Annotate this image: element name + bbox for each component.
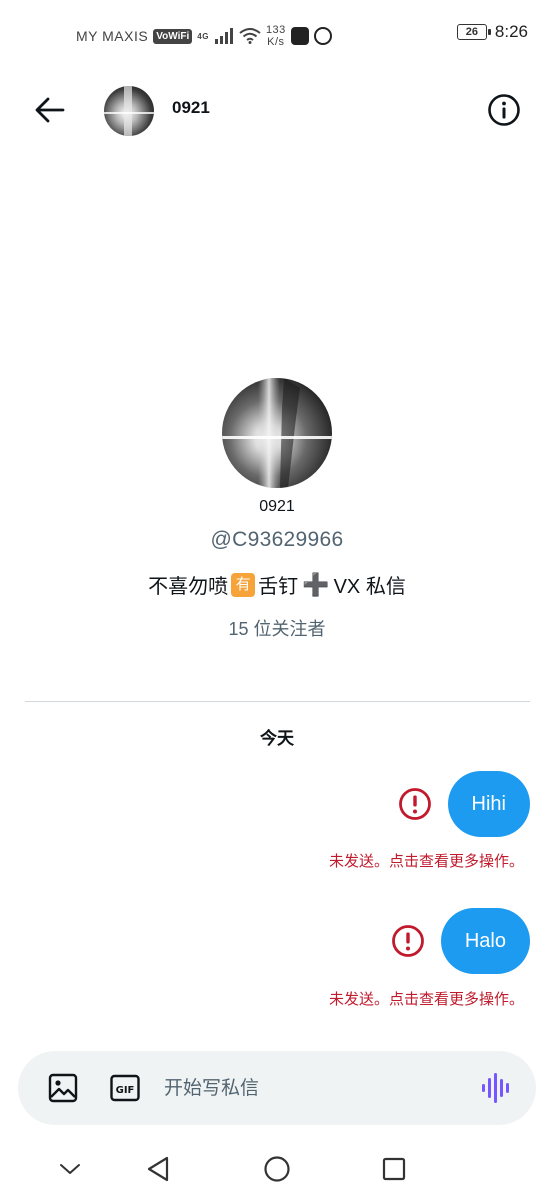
bio-text-2: 舌钉: [258, 576, 299, 598]
clock: 8:26: [494, 22, 528, 41]
signal-icon: [214, 28, 233, 44]
conversation-info-button[interactable]: [486, 92, 522, 128]
wifi-icon: [239, 28, 261, 44]
voice-waveform-icon: [482, 1073, 509, 1103]
message-status[interactable]: 未发送。点击查看更多操作。: [329, 850, 524, 871]
vowifi-badge: VoWiFi: [153, 28, 193, 44]
speed-value: 133: [265, 24, 286, 36]
battery-icon: 26: [456, 24, 491, 40]
alert-icon: [398, 788, 431, 820]
message-input[interactable]: [164, 1075, 454, 1103]
circle-home-icon: [264, 1156, 290, 1182]
message-status[interactable]: 未发送。点击查看更多操作。: [329, 988, 524, 1009]
add-gif-button[interactable]: GIF: [110, 1074, 140, 1102]
gif-icon: GIF: [110, 1074, 140, 1102]
profile-summary: 0921 @C93629966 不喜勿喷 有 舌钉 ➕ VX 私信 15 位关注…: [0, 378, 554, 641]
system-navigation-bar: [0, 1140, 554, 1200]
carrier-label: MY MAXIS: [76, 28, 149, 44]
avatar-image: [222, 378, 332, 488]
speed-unit: K/s: [267, 36, 285, 48]
voice-message-button[interactable]: [480, 1071, 512, 1105]
panda-app-icon: [313, 27, 332, 45]
follower-count[interactable]: 15 位关注者: [0, 615, 554, 641]
bio-text-3: VX 私信: [333, 576, 406, 598]
square-recents-icon: [382, 1157, 406, 1181]
conversation-header: 0921: [0, 68, 554, 152]
status-bar: MY MAXIS VoWiFi 4G 133 K/s 26 8:26: [0, 0, 554, 68]
profile-handle[interactable]: @C93629966: [0, 528, 554, 552]
avatar-image: [104, 86, 154, 136]
add-image-button[interactable]: [48, 1073, 78, 1103]
app-notification-icon: [290, 27, 309, 45]
gif-label: GIF: [116, 1085, 135, 1096]
divider: [25, 701, 530, 702]
profile-bio: 不喜勿喷 有 舌钉 ➕ VX 私信: [0, 570, 554, 599]
image-icon: [48, 1073, 78, 1103]
header-avatar[interactable]: [104, 86, 154, 136]
send-error-button[interactable]: [398, 787, 432, 821]
header-title[interactable]: 0921: [172, 98, 210, 118]
message-composer: GIF: [18, 1051, 536, 1125]
message-row: Halo: [391, 908, 530, 974]
message-bubble[interactable]: Hihi: [447, 771, 530, 837]
message-bubble[interactable]: Halo: [440, 908, 530, 974]
alert-icon: [391, 925, 424, 957]
message-row: Hihi: [398, 771, 530, 837]
info-icon: [488, 94, 520, 126]
back-button[interactable]: [30, 92, 70, 128]
nav-home-button[interactable]: [257, 1152, 297, 1186]
profile-name: 0921: [259, 498, 295, 515]
battery-level: 26: [465, 26, 479, 38]
arrow-left-icon: [35, 97, 65, 123]
profile-avatar[interactable]: [222, 378, 332, 488]
status-bar-left: MY MAXIS VoWiFi 4G 133 K/s: [76, 24, 332, 48]
bio-text-1: 不喜勿喷: [148, 576, 229, 598]
have-emoji-icon: 有: [231, 572, 256, 597]
collapse-nav-button[interactable]: [50, 1152, 90, 1186]
network-speed: 133 K/s: [266, 24, 286, 48]
triangle-back-icon: [147, 1156, 169, 1182]
send-error-button[interactable]: [391, 924, 425, 958]
plus-emoji-icon: ➕: [302, 571, 330, 597]
nav-back-button[interactable]: [138, 1152, 178, 1186]
date-separator: 今天: [260, 729, 294, 748]
network-type: 4G: [197, 31, 209, 41]
nav-recents-button[interactable]: [374, 1152, 414, 1186]
chevron-down-icon: [60, 1164, 80, 1174]
status-bar-right: 26 8:26: [456, 22, 528, 42]
